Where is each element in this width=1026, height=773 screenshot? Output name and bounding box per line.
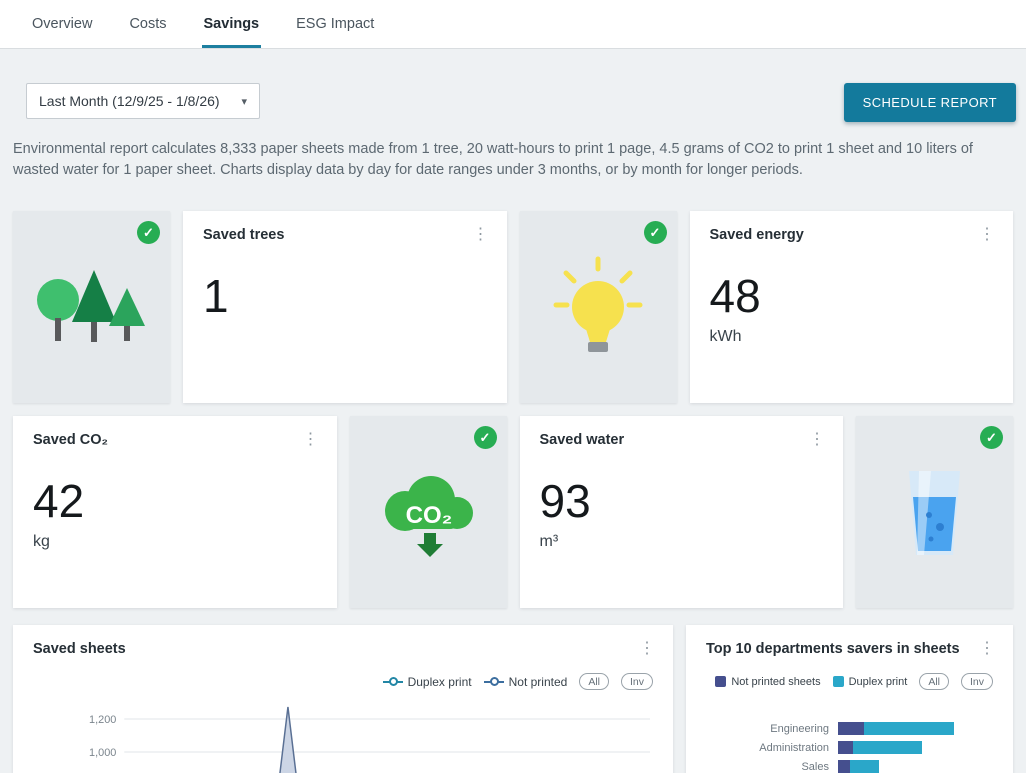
saved-trees-card: Saved trees ⋮ 1 [183, 211, 507, 403]
stat-unit: m³ [540, 533, 824, 551]
svg-text:CO₂: CO₂ [406, 502, 453, 529]
card-title: Top 10 departments savers in sheets [706, 641, 993, 657]
report-description: Environmental report calculates 8,333 pa… [13, 139, 1013, 180]
chevron-down-icon: ▾ [241, 95, 247, 108]
top-departments-chart-card: Top 10 departments savers in sheets ⋮ No… [686, 625, 1013, 773]
bar-row: Engineering [706, 722, 993, 735]
legend-label: Duplex print [408, 675, 472, 689]
line-marker-icon [383, 681, 403, 683]
water-glass-icon [897, 465, 972, 560]
saved-trees-illustration: ✓ [13, 211, 170, 403]
bar-segment[interactable] [838, 722, 864, 735]
bar-segment[interactable] [838, 741, 853, 754]
legend-item-not-printed-sheets[interactable]: Not printed sheets [715, 676, 820, 688]
kebab-menu-icon[interactable]: ⋮ [468, 224, 494, 246]
chart-area-spike [273, 707, 303, 773]
department-bars: Engineering Administration Sales [706, 722, 993, 773]
kebab-menu-icon[interactable]: ⋮ [974, 638, 1000, 660]
stat-value: 42 [33, 476, 317, 527]
saved-energy-illustration: ✓ [520, 211, 677, 403]
saved-water-illustration: ✓ [856, 416, 1013, 608]
trees-icon [34, 260, 149, 355]
bar-row: Administration [706, 741, 993, 754]
saved-co2-card: Saved CO₂ ⋮ 42 kg [13, 416, 337, 608]
filter-all-button[interactable]: All [579, 673, 609, 690]
kebab-menu-icon[interactable]: ⋮ [634, 638, 660, 660]
bar-category-label: Administration [706, 742, 838, 754]
stat-value: 93 [540, 476, 824, 527]
svg-text:1,200: 1,200 [89, 714, 116, 726]
bar-segment[interactable] [850, 760, 879, 773]
filter-inv-button[interactable]: Inv [961, 673, 993, 690]
square-marker-icon [833, 676, 844, 687]
svg-text:1,000: 1,000 [89, 747, 116, 759]
square-marker-icon [715, 676, 726, 687]
legend-label: Not printed sheets [731, 676, 820, 688]
card-title: Saved trees [203, 227, 487, 243]
line-marker-icon [484, 681, 504, 683]
lightbulb-icon [551, 255, 646, 360]
check-badge-icon: ✓ [137, 221, 160, 244]
card-title: Saved CO₂ [33, 432, 317, 448]
saved-sheets-chart: 1,200 1,000 [33, 700, 653, 773]
stat-value: 1 [203, 271, 487, 322]
saved-sheets-chart-card: Saved sheets ⋮ Duplex print Not printed … [13, 625, 673, 773]
tab-savings[interactable]: Savings [202, 0, 262, 48]
card-title: Saved water [540, 432, 824, 448]
bar-segment[interactable] [864, 722, 954, 735]
check-badge-icon: ✓ [474, 426, 497, 449]
date-range-value: Last Month (12/9/25 - 1/8/26) [39, 93, 220, 109]
toolbar: Last Month (12/9/25 - 1/8/26) ▾ SCHEDULE… [0, 83, 1026, 122]
schedule-report-button[interactable]: SCHEDULE REPORT [844, 83, 1016, 122]
bar-segment[interactable] [853, 741, 922, 754]
filter-inv-button[interactable]: Inv [621, 673, 653, 690]
legend-label: Not printed [509, 675, 568, 689]
bar-row: Sales [706, 760, 993, 773]
card-title: Saved energy [710, 227, 994, 243]
stats-row-2: Saved CO₂ ⋮ 42 kg ✓ CO₂ Saved water ⋮ 93… [13, 416, 1013, 608]
check-badge-icon: ✓ [980, 426, 1003, 449]
charts-row: Saved sheets ⋮ Duplex print Not printed … [13, 625, 1013, 773]
departments-legend: Not printed sheets Duplex print All Inv [706, 673, 993, 690]
date-range-select[interactable]: Last Month (12/9/25 - 1/8/26) ▾ [26, 83, 260, 119]
stat-unit: kg [33, 533, 317, 551]
legend-item-duplex-print[interactable]: Duplex print [833, 676, 908, 688]
bar-track [838, 760, 879, 773]
filter-all-button[interactable]: All [919, 673, 949, 690]
co2-cloud-icon: CO₂ [373, 465, 483, 560]
check-badge-icon: ✓ [644, 221, 667, 244]
legend-item-not-printed[interactable]: Not printed [484, 675, 568, 689]
saved-sheets-legend: Duplex print Not printed All Inv [33, 673, 653, 690]
bar-track [838, 722, 954, 735]
kebab-menu-icon[interactable]: ⋮ [804, 429, 830, 451]
tab-overview[interactable]: Overview [30, 0, 94, 48]
tab-bar: Overview Costs Savings ESG Impact [0, 0, 1026, 49]
saved-water-card: Saved water ⋮ 93 m³ [520, 416, 844, 608]
kebab-menu-icon[interactable]: ⋮ [974, 224, 1000, 246]
legend-item-duplex-print[interactable]: Duplex print [383, 675, 472, 689]
stat-value: 48 [710, 271, 994, 322]
tab-esg-impact[interactable]: ESG Impact [294, 0, 376, 48]
saved-co2-illustration: ✓ CO₂ [350, 416, 507, 608]
card-title: Saved sheets [33, 641, 653, 657]
stats-row-1: ✓ Saved trees ⋮ 1 ✓ [13, 211, 1013, 403]
bar-track [838, 741, 922, 754]
bar-category-label: Sales [706, 761, 838, 773]
tab-costs[interactable]: Costs [127, 0, 168, 48]
bar-category-label: Engineering [706, 723, 838, 735]
legend-label: Duplex print [849, 676, 908, 688]
kebab-menu-icon[interactable]: ⋮ [298, 429, 324, 451]
bar-segment[interactable] [838, 760, 850, 773]
saved-energy-card: Saved energy ⋮ 48 kWh [690, 211, 1014, 403]
stat-unit: kWh [710, 328, 994, 346]
